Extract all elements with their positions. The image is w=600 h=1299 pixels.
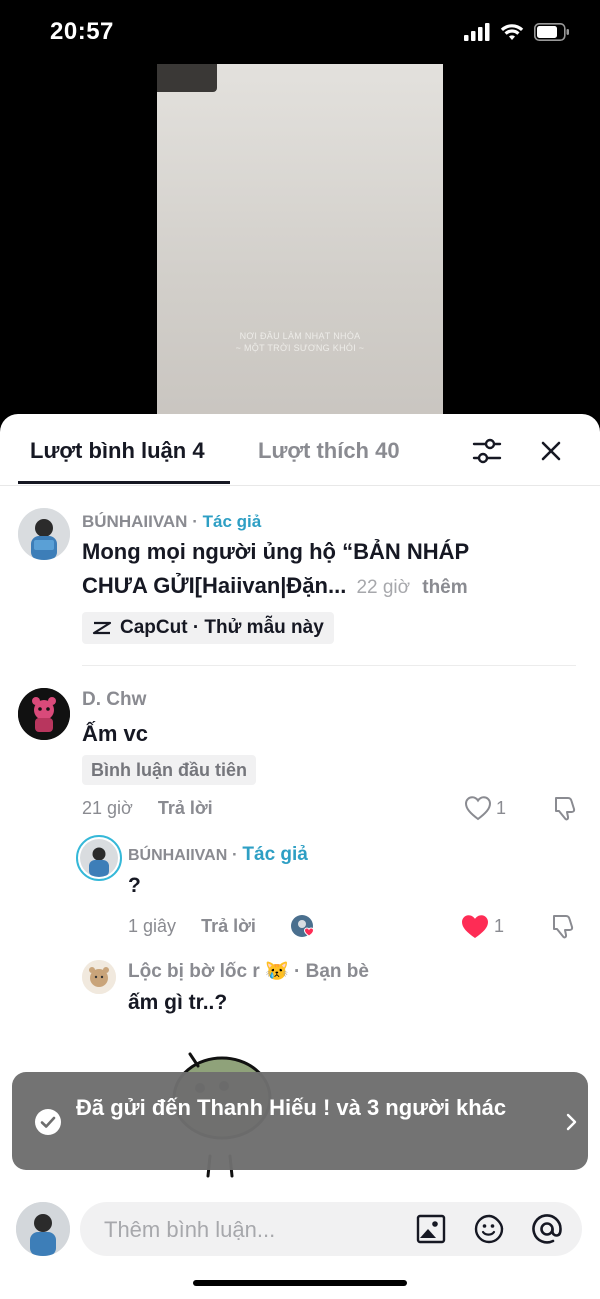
tab-comments[interactable]: Lượt bình luận 4 — [30, 438, 205, 464]
dislike-icon[interactable] — [551, 794, 579, 822]
reply-username[interactable]: BÚNHAIIVAN · Tác giả — [128, 844, 308, 866]
video-caption: NƠI ĐÂU LÀM NHẠT NHÒA ~ MỘT TRỜI SƯƠNG K… — [157, 330, 443, 354]
close-icon[interactable] — [534, 434, 568, 468]
reply-button[interactable]: Trả lời — [201, 916, 256, 936]
comment-text: Ấm vc — [82, 721, 149, 746]
comment-text-truncated: CHƯA GỬI[Haiivan|Đặn... — [82, 573, 347, 598]
first-comment-badge: Bình luận đầu tiên — [82, 755, 256, 785]
chevron-right-icon[interactable] — [564, 1112, 578, 1132]
heart-outline-icon[interactable] — [464, 795, 492, 821]
avatar[interactable] — [18, 688, 70, 740]
mention-icon[interactable] — [531, 1213, 563, 1245]
share-toast[interactable]: Đã gửi đến Thanh Hiếu ! và 3 người khác — [12, 1072, 588, 1170]
comment-input-placeholder[interactable]: Thêm bình luận... — [104, 1217, 275, 1243]
comment-meta: 21 giờ Trả lời — [82, 798, 213, 819]
tab-likes[interactable]: Lượt thích 40 — [258, 438, 400, 464]
comment-username[interactable]: BÚNHAIIVAN · Tác giả — [82, 512, 261, 532]
status-bar: 20:57 — [0, 0, 600, 64]
capcut-icon — [92, 621, 112, 635]
reply-button[interactable]: Trả lời — [158, 798, 213, 818]
video-caption-line-1: NƠI ĐÂU LÀM NHẠT NHÒA — [239, 331, 361, 341]
emoji-sticker-icon[interactable] — [473, 1213, 505, 1245]
status-icons — [464, 22, 570, 42]
reply-username[interactable]: Lộc bị bờ lốc r 😿 · Bạn bè — [128, 959, 369, 983]
friend-tag: Bạn bè — [305, 961, 369, 982]
reply-text: ? — [128, 874, 141, 897]
avatar[interactable] — [82, 960, 116, 994]
comment-input[interactable]: Thêm bình luận... — [80, 1202, 582, 1256]
toast-message: Đã gửi đến Thanh Hiếu ! và 3 người khác — [76, 1095, 507, 1120]
creator-liked-avatar — [290, 914, 316, 940]
reply-time: 1 giây — [128, 916, 177, 936]
video-caption-line-2: ~ MỘT TRỜI SƯƠNG KHÓI ~ — [235, 343, 365, 353]
separator-dot: · — [293, 961, 301, 982]
reply-meta: 1 giây Trả lời — [128, 916, 256, 937]
capcut-template-chip[interactable]: CapCut · Thử mẫu này — [82, 612, 334, 644]
avatar[interactable] — [76, 835, 122, 881]
like-count: 1 — [496, 798, 507, 818]
separator-dot: · — [232, 845, 238, 864]
sheet-tabs: Lượt bình luận 4 Lượt thích 40 — [0, 414, 600, 486]
comment-text-line-1: Mong mọi người ủng hộ “BẢN NHÁP — [82, 539, 470, 564]
status-time: 20:57 — [50, 18, 114, 45]
current-user-avatar[interactable] — [16, 1202, 70, 1256]
check-circle-icon — [35, 1109, 61, 1135]
divider — [82, 665, 576, 666]
image-icon[interactable] — [416, 1214, 446, 1244]
reply-text: ấm gì tr..? — [128, 991, 228, 1014]
avatar[interactable] — [18, 508, 70, 560]
separator-dot: · — [192, 512, 198, 531]
comment-time: 21 giờ — [82, 798, 133, 818]
heart-filled-icon[interactable] — [460, 913, 490, 940]
comment-username[interactable]: D. Chw — [82, 689, 146, 711]
comment-text-line-2: CHƯA GỬI[Haiivan|Đặn... 22 giờ thêm — [82, 573, 468, 599]
crying-cat-emoji: 😿 — [265, 961, 289, 982]
video-preview[interactable]: NƠI ĐÂU LÀM NHẠT NHÒA ~ MỘT TRỜI SƯƠNG K… — [0, 64, 600, 424]
see-more-link[interactable]: thêm — [422, 577, 467, 598]
author-tag: Tác giả — [242, 844, 308, 865]
dislike-icon[interactable] — [549, 912, 577, 940]
username-text[interactable]: BÚNHAIIVAN — [128, 847, 227, 864]
comment-time: 22 giờ — [356, 577, 411, 598]
battery-icon — [534, 23, 569, 41]
video-frame[interactable]: NƠI ĐÂU LÀM NHẠT NHÒA ~ MỘT TRỜI SƯƠNG K… — [157, 64, 443, 424]
username-text[interactable]: Lộc bị bờ lốc r — [128, 961, 260, 982]
home-indicator — [193, 1280, 407, 1286]
like-count: 1 — [494, 916, 505, 936]
active-tab-indicator — [18, 481, 230, 484]
wifi-icon — [500, 24, 524, 40]
author-tag: Tác giả — [202, 512, 262, 531]
username-text[interactable]: BÚNHAIIVAN — [82, 512, 187, 531]
video-dark-patch — [157, 64, 217, 92]
filter-icon[interactable] — [470, 434, 504, 468]
capcut-chip-label[interactable]: CapCut · Thử mẫu này — [120, 617, 324, 639]
cellular-signal-icon — [464, 23, 490, 41]
